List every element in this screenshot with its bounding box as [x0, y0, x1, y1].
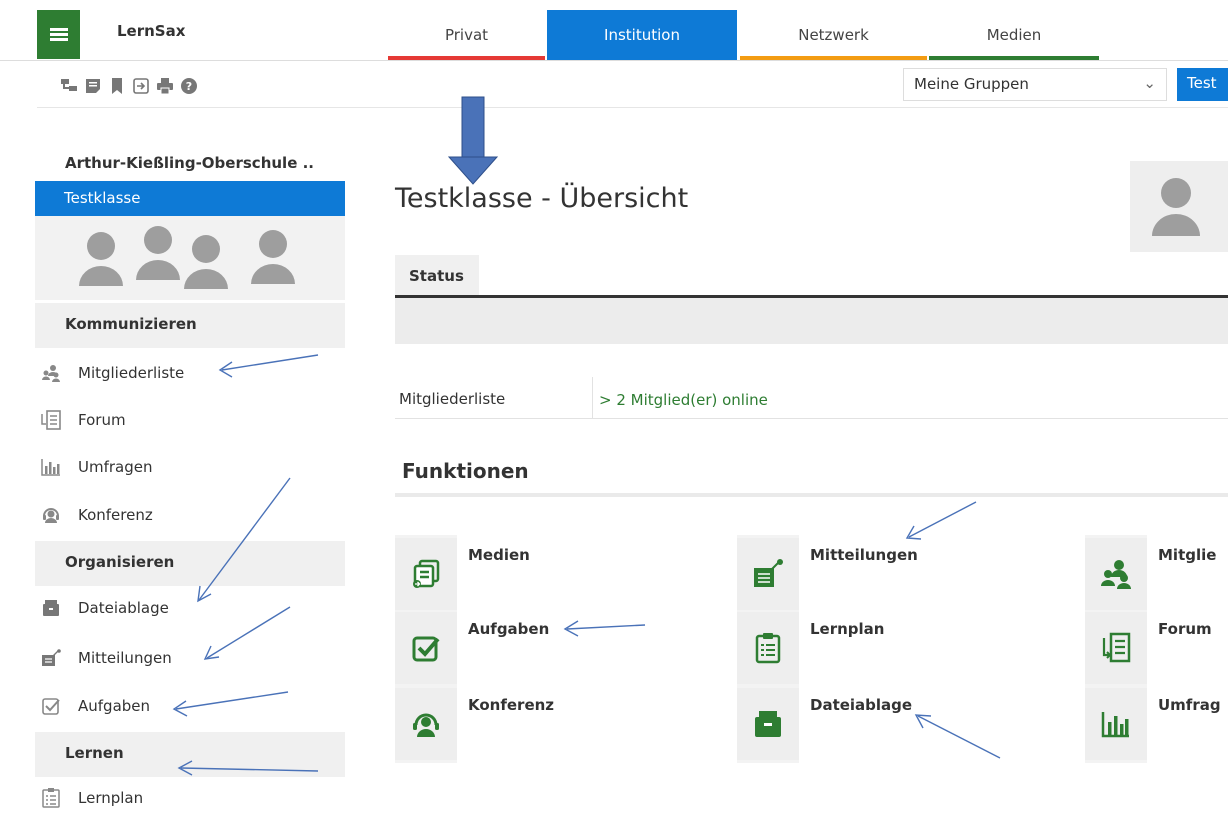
status-panel — [395, 298, 1228, 344]
sidebar-item-testklasse[interactable]: Testklasse — [35, 181, 345, 216]
sidebar-item-label: Mitteilungen — [78, 649, 172, 667]
headset-icon — [40, 505, 62, 525]
bookmark-icon[interactable] — [108, 77, 126, 95]
sidebar-item-aufgaben[interactable]: Aufgaben — [40, 691, 150, 721]
menu-button[interactable] — [37, 10, 80, 59]
institution-name[interactable]: Arthur-Kießling-Oberschule .. — [65, 154, 314, 172]
test-button[interactable]: Test — [1177, 68, 1228, 101]
sidebar-item-dateiablage[interactable]: Dateiablage — [40, 593, 169, 623]
clipboard-list-icon — [40, 788, 62, 808]
brand-name: LernSax — [117, 22, 186, 40]
help-icon[interactable]: ? — [180, 77, 198, 95]
message-board-icon — [40, 648, 62, 668]
tile-forum[interactable]: Forum — [1158, 620, 1212, 638]
sidebar-item-umfragen[interactable]: Umfragen — [40, 452, 153, 482]
file-cabinet-icon — [40, 598, 62, 618]
group-select-value: Meine Gruppen — [914, 75, 1029, 93]
hamburger-icon — [49, 26, 68, 43]
print-icon[interactable] — [156, 77, 174, 95]
members-tile-icon[interactable] — [1085, 538, 1147, 610]
members-icon — [40, 363, 62, 383]
chevron-down-icon: ⌄ — [1143, 74, 1156, 92]
functions-heading: Funktionen — [402, 459, 529, 483]
structure-icon[interactable] — [60, 77, 78, 95]
sidebar-item-label: Forum — [78, 411, 126, 429]
tile-umfragen[interactable]: Umfrag — [1158, 696, 1221, 714]
tile-medien[interactable]: Medien — [468, 546, 530, 564]
media-tile-icon[interactable] — [395, 538, 457, 610]
checkbox-icon — [40, 696, 62, 716]
sidebar-item-label: Lernplan — [78, 789, 144, 807]
chart-icon — [40, 457, 62, 477]
tab-privat[interactable]: Privat — [388, 10, 545, 60]
sidebar-item-label: Mitgliederliste — [78, 364, 185, 382]
tab-netzwerk[interactable]: Netzwerk — [740, 10, 927, 60]
poll-tile-icon[interactable] — [1085, 688, 1147, 760]
toolbar-divider — [37, 107, 1228, 108]
row-divider — [592, 377, 593, 419]
section-organisieren: Organisieren — [35, 541, 345, 586]
tile-lernplan[interactable]: Lernplan — [810, 620, 885, 638]
members-online-link[interactable]: > 2 Mitglied(er) online — [599, 391, 768, 409]
login-icon[interactable] — [132, 77, 150, 95]
tile-mitgliederliste[interactable]: Mitglie — [1158, 546, 1216, 564]
tile-dateiablage[interactable]: Dateiablage — [810, 696, 912, 714]
sidebar-item-label: Dateiablage — [78, 599, 169, 617]
sidebar-item-label: Aufgaben — [78, 697, 151, 715]
section-kommunizieren: Kommunizieren — [35, 303, 345, 348]
tab-institution[interactable]: Institution — [547, 10, 737, 60]
messages-tile-icon[interactable] — [737, 538, 799, 610]
tasks-tile-icon[interactable] — [395, 612, 457, 684]
conference-tile-icon[interactable] — [395, 688, 457, 760]
sidebar-item-label: Umfragen — [78, 458, 153, 476]
sidebar-item-mitteilungen[interactable]: Mitteilungen — [40, 643, 172, 673]
sidebar-item-konferenz[interactable]: Konferenz — [40, 500, 153, 530]
header-divider — [0, 60, 1228, 61]
group-avatar — [35, 216, 345, 300]
sidebar-item-mitgliederliste[interactable]: Mitgliederliste — [40, 358, 184, 388]
forum-tile-icon[interactable] — [1085, 612, 1147, 684]
row-bottom-border — [395, 418, 1228, 419]
section-lernen: Lernen — [35, 732, 345, 777]
tile-mitteilungen[interactable]: Mitteilungen — [810, 546, 918, 564]
tab-label: Medien — [986, 26, 1042, 44]
members-row-label: Mitgliederliste — [399, 390, 506, 408]
tab-status[interactable]: Status — [395, 255, 479, 296]
tile-konferenz[interactable]: Konferenz — [468, 696, 554, 714]
tab-label: Netzwerk — [798, 26, 869, 44]
group-profile-avatar — [1130, 161, 1228, 252]
tab-label: Institution — [604, 26, 680, 44]
group-select[interactable]: Meine Gruppen ⌄ — [903, 68, 1167, 101]
sidebar-item-forum[interactable]: Forum — [40, 405, 126, 435]
page-title: Testklasse - Übersicht — [395, 183, 689, 214]
forum-icon — [40, 410, 62, 430]
tab-label: Privat — [444, 26, 489, 44]
sidebar-item-label: Konferenz — [78, 506, 153, 524]
learning-plan-tile-icon[interactable] — [737, 612, 799, 684]
note-icon[interactable] — [84, 77, 102, 95]
tile-aufgaben[interactable]: Aufgaben — [468, 620, 549, 638]
tab-medien[interactable]: Medien — [929, 10, 1099, 60]
functions-divider — [395, 493, 1228, 497]
svg-text:?: ? — [186, 80, 192, 93]
file-storage-tile-icon[interactable] — [737, 688, 799, 760]
down-arrow-icon — [447, 96, 499, 185]
